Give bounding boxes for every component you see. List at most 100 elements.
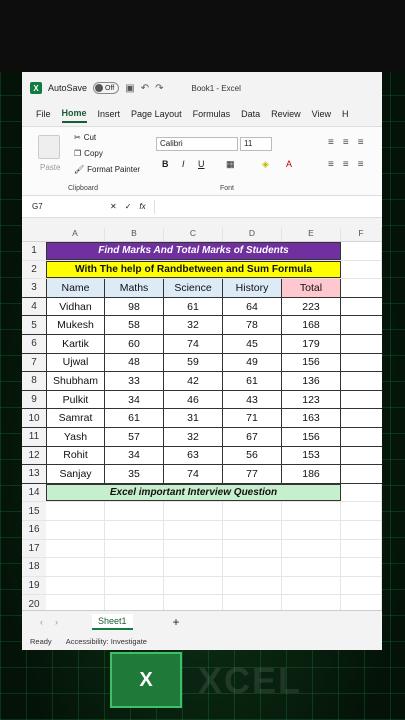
grid-cell[interactable] bbox=[341, 298, 382, 316]
grid-cell[interactable] bbox=[46, 558, 105, 576]
data-cell[interactable]: 186 bbox=[282, 465, 341, 483]
bold-button[interactable]: B bbox=[162, 159, 169, 169]
data-cell[interactable]: Pulkit bbox=[46, 390, 105, 409]
grid-cell[interactable] bbox=[341, 428, 382, 446]
data-cell[interactable]: Ujwal bbox=[46, 353, 105, 372]
row-header[interactable]: 5 bbox=[22, 316, 46, 334]
row-header[interactable]: 4 bbox=[22, 297, 46, 316]
grid-cell[interactable] bbox=[341, 539, 382, 558]
grid-cell[interactable] bbox=[282, 558, 341, 576]
grid-cell[interactable] bbox=[105, 502, 164, 520]
align-bottom-icon[interactable]: ≡ bbox=[358, 137, 364, 148]
grid-cell[interactable] bbox=[341, 465, 382, 483]
column-header-c[interactable]: C bbox=[164, 228, 223, 241]
row-header[interactable]: 15 bbox=[22, 502, 46, 520]
data-cell[interactable]: 163 bbox=[282, 409, 341, 427]
row-header[interactable]: 1 bbox=[22, 242, 46, 260]
row-header[interactable]: 2 bbox=[22, 260, 46, 279]
data-cell[interactable]: 43 bbox=[223, 390, 282, 409]
row-header[interactable]: 6 bbox=[22, 334, 46, 353]
data-cell[interactable]: 60 bbox=[105, 334, 164, 353]
grid-cell[interactable] bbox=[223, 520, 282, 539]
grid-cell[interactable] bbox=[282, 576, 341, 595]
add-sheet-icon[interactable]: + bbox=[173, 615, 180, 629]
row-header[interactable]: 16 bbox=[22, 520, 46, 539]
data-cell[interactable]: 98 bbox=[105, 297, 164, 316]
data-cell[interactable]: Yash bbox=[46, 427, 105, 446]
underline-button[interactable]: U bbox=[198, 159, 205, 169]
grid-cell[interactable] bbox=[282, 539, 341, 558]
data-cell[interactable]: 42 bbox=[164, 372, 223, 390]
select-all-corner[interactable] bbox=[22, 228, 46, 241]
data-cell[interactable]: 61 bbox=[105, 409, 164, 427]
borders-icon[interactable]: ▦ bbox=[226, 159, 235, 170]
tab-formulas[interactable]: Formulas bbox=[193, 109, 231, 122]
fill-color-icon[interactable]: ◈ bbox=[262, 159, 269, 170]
align-center-icon[interactable]: ≡ bbox=[343, 159, 349, 170]
undo-icon[interactable]: ↶ bbox=[141, 83, 149, 94]
row-header[interactable]: 8 bbox=[22, 372, 46, 390]
sheet-tab-sheet1[interactable]: Sheet1 bbox=[92, 613, 133, 630]
data-cell[interactable]: Rohit bbox=[46, 446, 105, 465]
accessibility-status[interactable]: Accessibility: Investigate bbox=[66, 637, 147, 646]
formula-input[interactable] bbox=[153, 199, 372, 214]
grid-cell[interactable] bbox=[46, 539, 105, 558]
grid-cell[interactable] bbox=[105, 576, 164, 595]
grid-cell[interactable] bbox=[164, 576, 223, 595]
data-cell[interactable]: 34 bbox=[105, 390, 164, 409]
grid-cell[interactable] bbox=[223, 502, 282, 520]
enter-icon[interactable]: ✓ bbox=[125, 202, 132, 211]
row-header[interactable]: 10 bbox=[22, 409, 46, 427]
data-cell[interactable]: 58 bbox=[105, 316, 164, 334]
data-cell[interactable]: 168 bbox=[282, 316, 341, 334]
data-cell[interactable]: 49 bbox=[223, 353, 282, 372]
grid-cell[interactable] bbox=[341, 279, 382, 297]
tab-review[interactable]: Review bbox=[271, 109, 301, 122]
tab-file[interactable]: File bbox=[36, 109, 51, 122]
cancel-icon[interactable]: ✕ bbox=[110, 202, 117, 211]
data-cell[interactable]: 136 bbox=[282, 372, 341, 390]
grid-cell[interactable] bbox=[341, 242, 382, 260]
header-cell[interactable]: History bbox=[223, 279, 282, 297]
paste-icon[interactable] bbox=[38, 135, 60, 159]
next-sheet-icon[interactable]: › bbox=[55, 617, 58, 627]
grid-cell[interactable] bbox=[282, 502, 341, 520]
data-cell[interactable]: 33 bbox=[105, 372, 164, 390]
grid-cell[interactable] bbox=[223, 558, 282, 576]
align-left-icon[interactable]: ≡ bbox=[328, 159, 334, 170]
grid-cell[interactable] bbox=[341, 576, 382, 595]
row-header[interactable]: 17 bbox=[22, 539, 46, 558]
tab-data[interactable]: Data bbox=[241, 109, 260, 122]
data-cell[interactable]: 63 bbox=[164, 446, 223, 465]
tab-page-layout[interactable]: Page Layout bbox=[131, 109, 182, 122]
row-header[interactable]: 3 bbox=[22, 279, 46, 297]
grid-cell[interactable] bbox=[46, 520, 105, 539]
font-size-select[interactable]: 11 bbox=[240, 137, 272, 151]
grid-cell[interactable] bbox=[341, 391, 382, 409]
sheet-subtitle-cell[interactable]: With The help of Randbetween and Sum For… bbox=[46, 260, 341, 279]
tab-help[interactable]: H bbox=[342, 109, 349, 122]
data-cell[interactable]: 223 bbox=[282, 297, 341, 316]
tab-insert[interactable]: Insert bbox=[98, 109, 121, 122]
align-middle-icon[interactable]: ≡ bbox=[343, 137, 349, 148]
align-top-icon[interactable]: ≡ bbox=[328, 137, 334, 148]
sheet-title-cell[interactable]: Find Marks And Total Marks of Students bbox=[46, 242, 341, 260]
data-cell[interactable]: 45 bbox=[223, 334, 282, 353]
data-cell[interactable]: 77 bbox=[223, 465, 282, 483]
column-header-a[interactable]: A bbox=[46, 228, 105, 241]
data-cell[interactable]: 67 bbox=[223, 427, 282, 446]
row-header[interactable]: 13 bbox=[22, 465, 46, 483]
data-cell[interactable]: 156 bbox=[282, 353, 341, 372]
data-cell[interactable]: Samrat bbox=[46, 409, 105, 427]
grid-cell[interactable] bbox=[341, 483, 382, 502]
cut-button[interactable]: ✂ Cut bbox=[74, 133, 96, 142]
grid-cell[interactable] bbox=[164, 539, 223, 558]
align-right-icon[interactable]: ≡ bbox=[358, 159, 364, 170]
grid-cell[interactable] bbox=[341, 260, 382, 279]
footer-note-cell[interactable]: Excel important Interview Question bbox=[46, 483, 341, 502]
header-cell[interactable]: Name bbox=[46, 279, 105, 297]
header-cell[interactable]: Science bbox=[164, 279, 223, 297]
grid-cell[interactable] bbox=[341, 447, 382, 465]
tab-home[interactable]: Home bbox=[61, 108, 87, 123]
row-header[interactable]: 11 bbox=[22, 427, 46, 446]
